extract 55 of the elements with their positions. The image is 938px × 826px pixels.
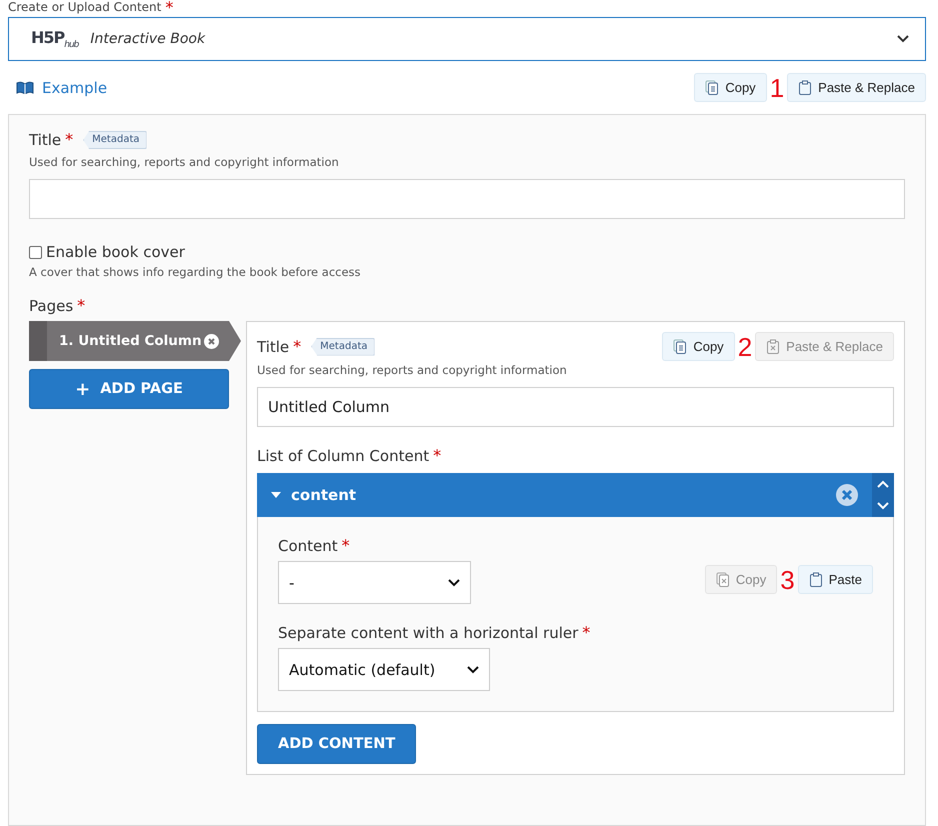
move-up-icon	[877, 480, 889, 488]
add-page-button[interactable]: + ADD PAGE	[29, 369, 229, 409]
page-tab[interactable]: 1. Untitled Column	[29, 321, 241, 361]
logo: H5P$_{hub}$	[31, 28, 78, 50]
field-description: Used for searching, reports and copyright information	[29, 155, 340, 169]
field-label: List of Column Content	[257, 447, 430, 465]
content-type-select[interactable]: H5P$_{hub}$ Interactive Book	[8, 17, 926, 61]
field-description: A cover that shows info regarding the book before access	[29, 265, 362, 279]
field-label: Content	[278, 537, 338, 555]
disabled-copy-icon	[716, 572, 730, 587]
field-label: Pages	[29, 297, 74, 315]
paste-button[interactable]: Paste	[798, 565, 873, 594]
content-select[interactable]: -	[278, 561, 471, 604]
annotation-number: 1	[770, 74, 784, 100]
annotation-number: 3	[780, 566, 795, 592]
close-icon	[204, 334, 219, 348]
required-mark: *	[582, 625, 590, 641]
title-input[interactable]	[29, 179, 905, 219]
required-mark: *	[77, 298, 86, 314]
required-mark: *	[165, 0, 174, 15]
field-label: Separate content with a horizontal ruler	[278, 624, 578, 642]
title-input[interactable]: Untitled Column	[257, 387, 894, 427]
chevron-down-icon	[897, 35, 909, 43]
copy-button[interactable]: Copy	[662, 332, 735, 361]
annotation-number: 2	[738, 334, 752, 360]
required-mark: *	[293, 338, 302, 354]
field-label: Title	[257, 338, 290, 356]
copy-button[interactable]: Copy	[694, 73, 767, 102]
field-label: Create or Upload Content	[8, 0, 162, 15]
required-mark: *	[342, 538, 350, 554]
metadata-button[interactable]: Metadata	[83, 131, 147, 149]
metadata-button[interactable]: Metadata	[311, 338, 375, 356]
caret-down-icon	[271, 490, 281, 500]
move-down-icon	[877, 502, 889, 510]
copy-icon	[673, 339, 688, 354]
example-link[interactable]: Example	[16, 78, 108, 96]
required-mark: *	[65, 132, 74, 148]
checkbox-label: Enable book cover	[46, 243, 185, 261]
field-label: Title	[29, 131, 62, 149]
book-icon	[16, 81, 34, 94]
clipboard-icon	[798, 80, 812, 95]
disabled-clipboard-icon	[766, 339, 780, 354]
add-content-button[interactable]: ADD CONTENT	[257, 724, 416, 764]
chevron-down-icon	[448, 578, 460, 586]
ruler-select[interactable]: Automatic (default)	[278, 648, 490, 691]
list-item-header[interactable]: content	[257, 473, 894, 517]
list-item-title: content	[291, 486, 356, 504]
remove-icon[interactable]	[836, 484, 858, 506]
clipboard-icon	[808, 572, 823, 587]
chevron-down-icon	[467, 666, 479, 674]
required-mark: *	[433, 448, 442, 464]
field-description: Used for searching, reports and copyright information	[257, 363, 568, 377]
copy-icon	[705, 80, 720, 95]
paste-button[interactable]: Paste & Replace	[787, 73, 926, 102]
checkbox[interactable]	[29, 246, 42, 258]
